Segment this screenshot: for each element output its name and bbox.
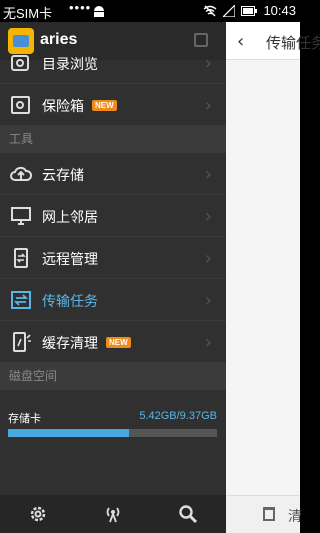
chevron-right-icon: › (204, 248, 212, 269)
trash-icon[interactable] (263, 507, 275, 521)
menu-item-label: 网上邻居 (42, 210, 98, 226)
new-badge: NEW (106, 337, 131, 348)
settings-button[interactable] (0, 495, 75, 533)
status-bar: 无SIM卡 •••• 10:43 (0, 0, 300, 22)
page-title: 传输任务 (266, 34, 320, 52)
chevron-right-icon: › (204, 290, 212, 311)
cloud-upload-icon (10, 166, 32, 181)
storage-card-row[interactable]: 存储卡 5.42GB/9.37GB (0, 393, 226, 467)
drawer-menu: 目录浏览 › 保险箱 NEW › 工具 云存储 › 网上邻居 › 远程管理 › … (0, 42, 226, 390)
new-badge: NEW (92, 100, 117, 111)
chevron-right-icon: › (204, 95, 212, 116)
chevron-right-icon: › (204, 164, 212, 185)
android-icon (94, 6, 104, 17)
chevron-right-icon: › (204, 332, 212, 353)
safe-icon (11, 96, 30, 114)
menu-item-remote-management[interactable]: 远程管理 › (0, 237, 226, 279)
menu-item-cloud-storage[interactable]: 云存储 › (0, 153, 226, 195)
carrier-label: 无SIM卡 (3, 6, 53, 21)
back-arrow-icon[interactable]: ‹ (237, 31, 244, 52)
phone-clean-icon (13, 332, 31, 352)
wifi-off-icon (204, 5, 217, 16)
menu-item-label: 保险箱 (42, 99, 84, 115)
clock: 10:43 (263, 3, 296, 18)
menu-item-directory[interactable]: 目录浏览 › (0, 42, 226, 84)
phone-sync-icon (14, 248, 28, 268)
drawer-bottom-bar (0, 495, 226, 533)
folder-icon (11, 55, 29, 71)
menu-item-label: 远程管理 (42, 252, 98, 268)
section-header-tools: 工具 (0, 126, 226, 153)
chevron-right-icon: › (204, 206, 212, 227)
storage-size: 5.42GB/9.37GB (139, 410, 217, 422)
battery-icon (241, 5, 258, 16)
sim-dots-icon: •••• (69, 0, 92, 15)
content-header: ‹ 传输任务 (226, 22, 320, 60)
content-bottom-bar: 清 (226, 495, 302, 533)
menu-item-cache-cleanup[interactable]: 缓存清理 NEW › (0, 321, 226, 363)
settings-icon (30, 506, 45, 522)
menu-item-safe[interactable]: 保险箱 NEW › (0, 84, 226, 126)
wifi-share-icon (106, 507, 120, 523)
menu-item-label: 云存储 (42, 168, 84, 184)
monitor-icon (11, 207, 31, 225)
menu-item-network-neighborhood[interactable]: 网上邻居 › (0, 195, 226, 237)
menu-item-label: 缓存清理 (42, 336, 98, 352)
storage-name: 存储卡 (8, 412, 41, 425)
menu-item-transfer-tasks[interactable]: 传输任务 › (0, 279, 226, 321)
transfer-icon (11, 291, 31, 309)
main-content: ‹ 传输任务 清 (226, 22, 320, 533)
navigation-drawer: aries 目录浏览 › 保险箱 NEW › 工具 云存储 › 网上邻居 › 远… (0, 22, 226, 533)
clear-button-label[interactable]: 清 (288, 506, 302, 526)
storage-usage-bar (8, 429, 217, 437)
signal-icon (223, 4, 236, 17)
chevron-right-icon: › (204, 53, 212, 74)
wifi-share-button[interactable] (75, 495, 150, 533)
menu-item-label: 目录浏览 (42, 57, 98, 73)
menu-item-label: 传输任务 (42, 294, 98, 310)
storage-usage-fill (8, 429, 129, 437)
section-header-disk-space: 磁盘空间 (0, 363, 226, 390)
search-button[interactable] (151, 495, 226, 533)
search-icon (179, 505, 198, 524)
